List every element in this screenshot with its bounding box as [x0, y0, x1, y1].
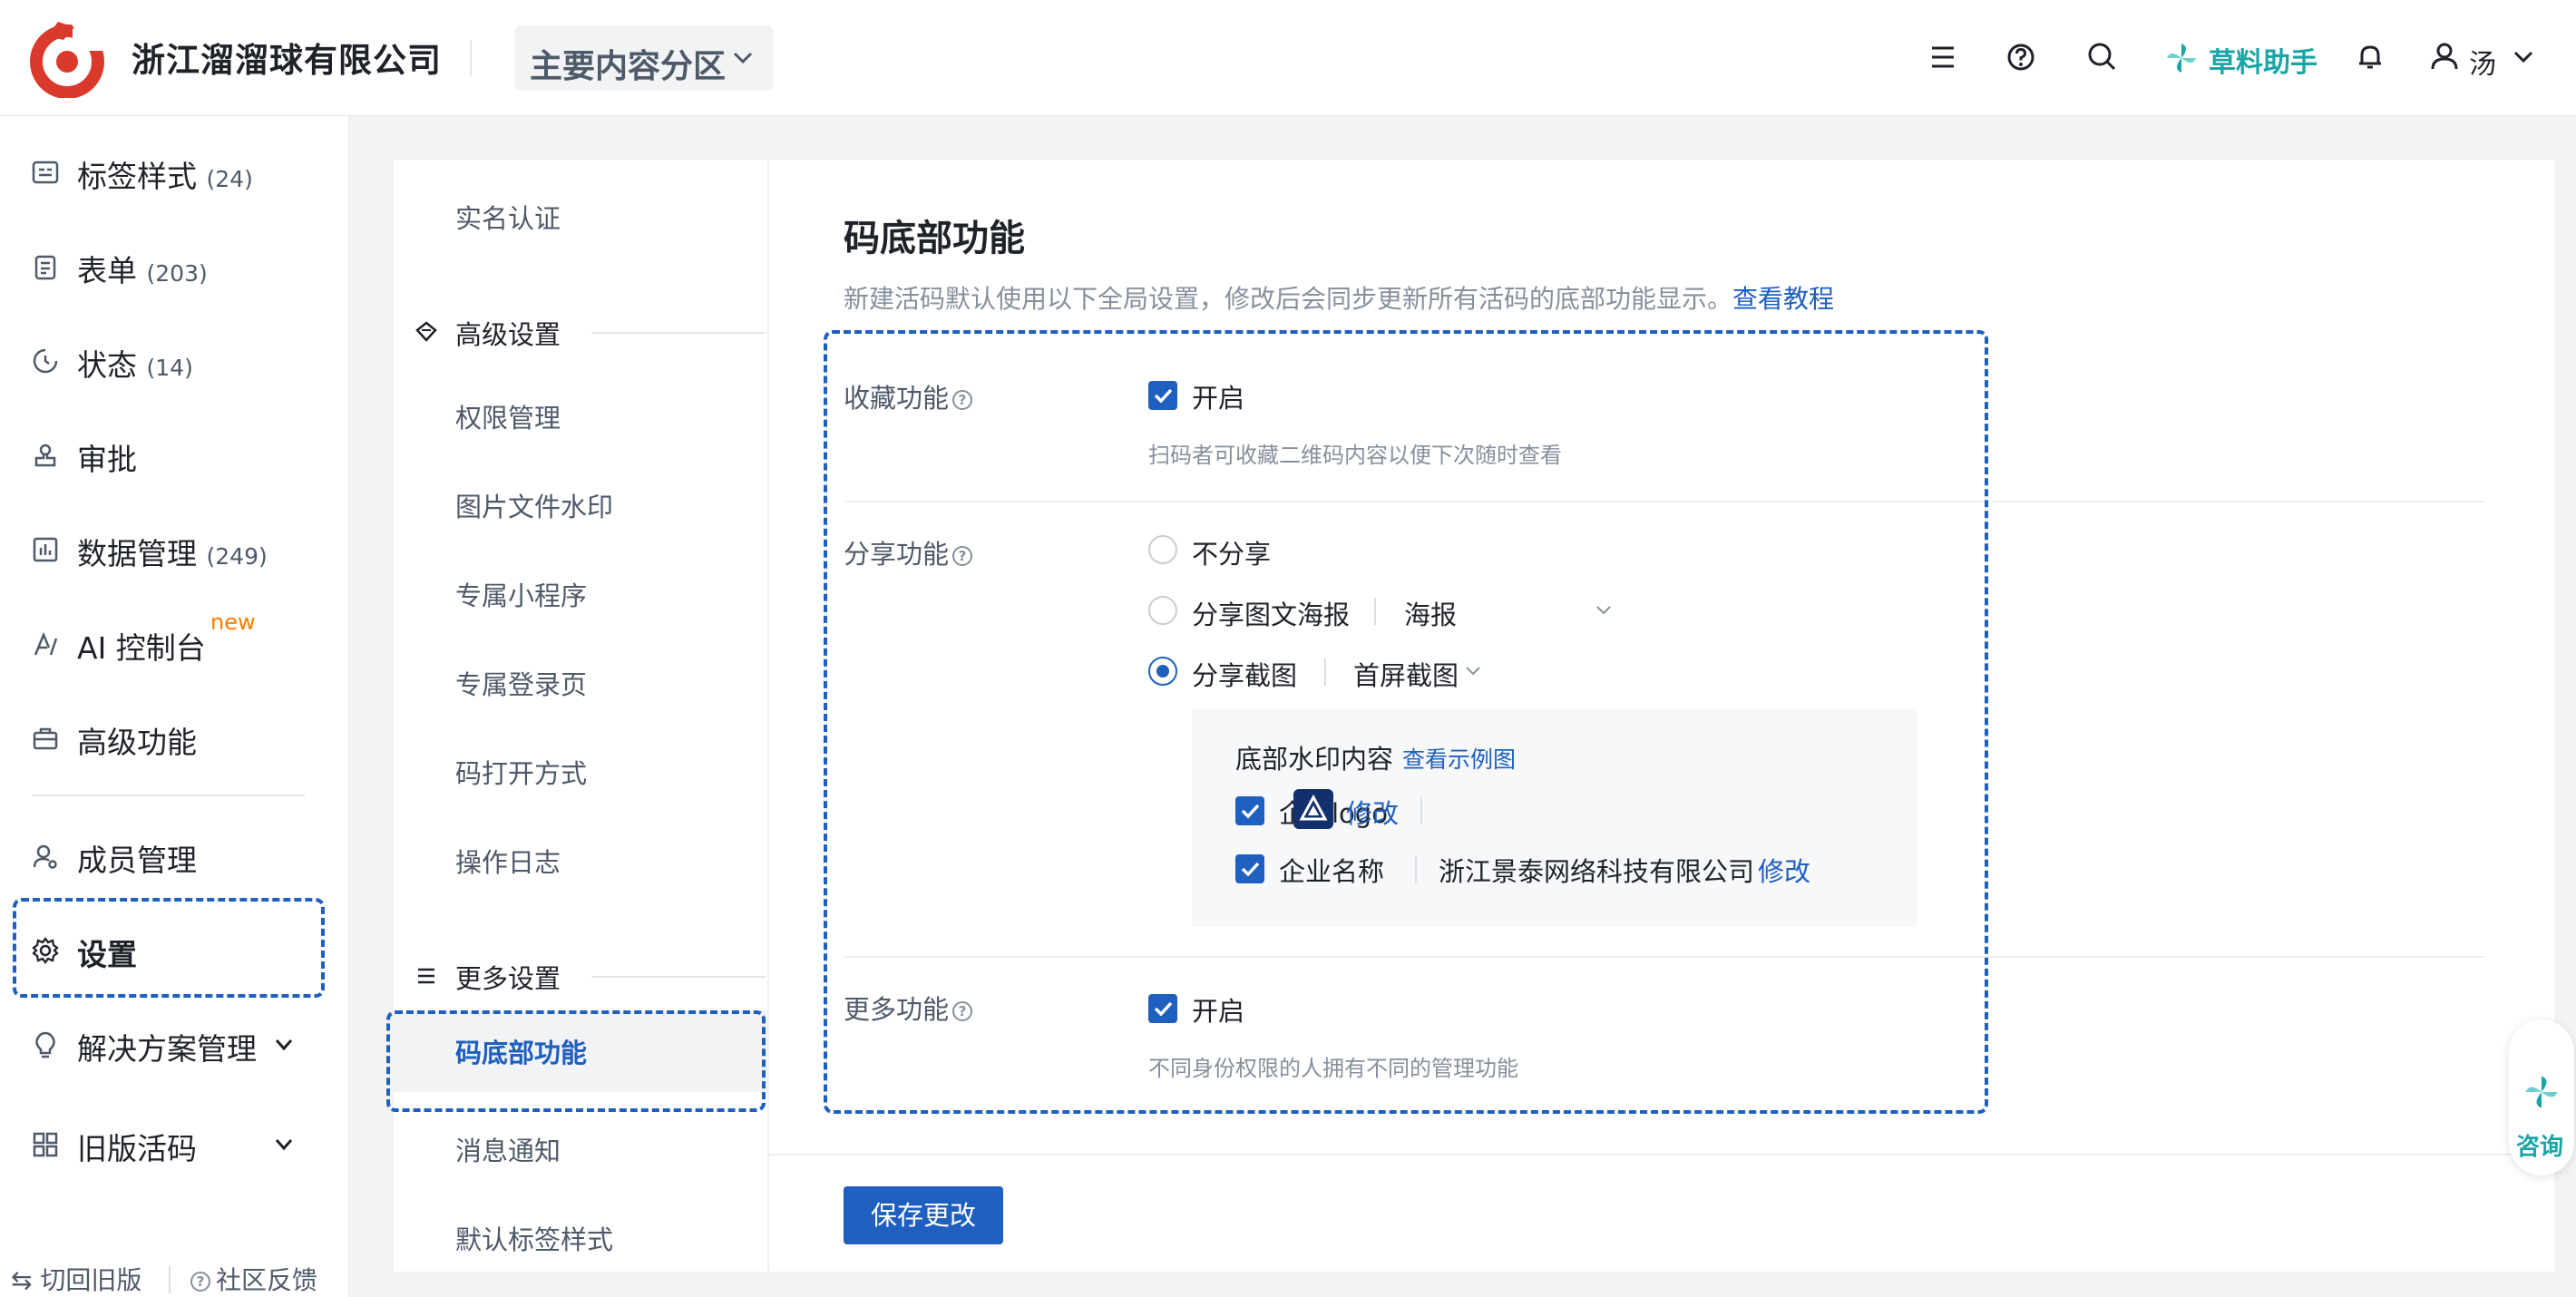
bar-chart-icon	[33, 537, 58, 562]
group-divider	[591, 976, 766, 978]
label-text: 数据管理	[77, 536, 197, 571]
tag-card-icon	[32, 161, 59, 184]
description-text: 新建活码默认使用以下全局设置，修改后会同步更新所有活码的底部功能显示。	[844, 284, 1733, 314]
sidebar-item-label: 标签样式 (24)	[77, 152, 253, 196]
chevron-down-icon[interactable]	[2513, 49, 2534, 65]
subnav-item-default-label-style[interactable]: 默认标签样式	[455, 1219, 613, 1257]
company-logo-icon[interactable]	[27, 18, 107, 98]
subnav-item-notifications[interactable]: 消息通知	[455, 1130, 561, 1168]
subnav-group-more: 更多设置	[414, 958, 767, 994]
subnav-item-watermark[interactable]: 图片文件水印	[455, 486, 613, 524]
sidebar-item-data-management[interactable]: 数据管理 (249)	[0, 513, 349, 586]
help-icon: ?	[190, 1272, 210, 1292]
bell-icon[interactable]	[2349, 36, 2391, 78]
sidebar-item-status[interactable]: 状态 (14)	[0, 325, 349, 397]
community-feedback-link[interactable]: ? 社区反馈	[190, 1261, 317, 1297]
sidebar-item-forms[interactable]: 表单 (203)	[0, 230, 349, 303]
pinwheel-icon	[2525, 1076, 2558, 1108]
sidebar-item-member-management[interactable]: 成员管理	[0, 820, 349, 892]
settings-highlight-box	[824, 330, 1988, 1114]
sidebar: 标签样式 (24) 表单 (203) 状态 (14) 审批 数据管理 (249)…	[0, 116, 349, 1297]
label-text: 状态	[77, 347, 137, 383]
settings-highlight-box	[13, 898, 325, 998]
sidebar-item-label: 高级功能	[77, 725, 197, 760]
consult-label: 咨询	[2516, 1134, 2564, 1161]
footer-divider	[769, 1154, 2554, 1156]
label-text: 标签样式	[77, 159, 197, 194]
sidebar-footer: ⇆ 切回旧版 ? 社区反馈	[0, 1261, 349, 1297]
subnav-group-advanced: 高级设置	[414, 314, 767, 350]
list-icon	[418, 968, 434, 984]
grid-icon	[33, 1132, 58, 1157]
clipboard-icon	[34, 255, 56, 280]
page-description: 新建活码默认使用以下全局设置，修改后会同步更新所有活码的底部功能显示。查看教程	[844, 279, 1834, 316]
section-selector-label: 主要内容分区	[530, 48, 727, 85]
subnav-group-label: 高级设置	[455, 319, 561, 350]
lightbulb-icon	[35, 1031, 55, 1058]
feedback-label: 社区反馈	[216, 1265, 318, 1295]
user-avatar-icon[interactable]	[2424, 36, 2465, 78]
chevron-down-icon	[733, 52, 753, 64]
status-clock-icon	[33, 348, 58, 374]
main-content: 码底部功能 新建活码默认使用以下全局设置，修改后会同步更新所有活码的底部功能显示…	[769, 160, 2554, 1272]
switch-legacy-link[interactable]: ⇆ 切回旧版	[11, 1261, 141, 1297]
subnav-item-login-page[interactable]: 专属登录页	[455, 664, 587, 702]
tutorial-link[interactable]: 查看教程	[1732, 284, 1834, 314]
sidebar-divider	[33, 795, 305, 796]
save-button[interactable]: 保存更改	[844, 1186, 1003, 1244]
subnav-group-label: 更多设置	[455, 963, 561, 994]
subnav-highlight-box	[386, 1010, 766, 1112]
briefcase-icon	[33, 727, 58, 750]
group-divider	[591, 332, 766, 334]
consult-float-button[interactable]: 咨询	[2509, 1019, 2574, 1175]
sidebar-item-label: 表单 (203)	[77, 247, 208, 290]
sidebar-item-label: 解决方案管理	[77, 1031, 257, 1067]
subnav-item-permissions[interactable]: 权限管理	[455, 397, 561, 435]
count-badge: (249)	[206, 543, 268, 570]
section-selector[interactable]: 主要内容分区	[515, 25, 773, 91]
content-panel: 实名认证 高级设置 权限管理 图片文件水印 专属小程序 专属登录页 码打开方式 …	[386, 160, 2554, 1272]
subnav-item-open-method[interactable]: 码打开方式	[455, 753, 587, 791]
subnav-item-realname[interactable]: 实名认证	[455, 198, 561, 236]
user-name[interactable]: 汤	[2469, 42, 2496, 82]
help-icon[interactable]	[2000, 36, 2042, 78]
sidebar-item-label: 状态 (14)	[77, 341, 193, 385]
sidebar-item-legacy-codes[interactable]: 旧版活码	[0, 1108, 349, 1181]
sidebar-item-solutions[interactable]: 解决方案管理	[0, 1009, 349, 1081]
sidebar-item-advanced-features[interactable]: 高级功能	[0, 702, 349, 775]
search-icon[interactable]	[2082, 36, 2123, 78]
sidebar-item-ai-console[interactable]: AI 控制台 new	[0, 608, 349, 680]
count-badge: (14)	[146, 355, 193, 381]
page-title: 码底部功能	[844, 218, 1025, 259]
switch-legacy-label: 切回旧版	[40, 1265, 142, 1295]
subnav-item-operation-log[interactable]: 操作日志	[455, 842, 561, 880]
pinwheel-icon	[2167, 44, 2196, 73]
top-bar: 浙江溜溜球有限公司 主要内容分区 草料助手 汤	[0, 0, 2576, 116]
new-badge: new	[210, 609, 256, 635]
sidebar-item-label: AI 控制台	[77, 630, 206, 666]
assistant-label: 草料助手	[2209, 47, 2317, 79]
footer-divider	[169, 1266, 171, 1293]
chevron-down-icon	[275, 1039, 293, 1051]
sidebar-item-label: 旧版活码	[77, 1131, 197, 1166]
company-name[interactable]: 浙江溜溜球有限公司	[132, 33, 442, 82]
header-divider	[470, 40, 472, 76]
chevron-down-icon	[275, 1139, 293, 1151]
label-text: 表单	[77, 253, 137, 288]
ai-pen-icon	[34, 631, 58, 656]
menu-icon[interactable]	[1922, 36, 1964, 78]
subnav-item-mini-program[interactable]: 专属小程序	[455, 575, 587, 613]
sidebar-item-label-styles[interactable]: 标签样式 (24)	[0, 136, 349, 209]
sidebar-item-approval[interactable]: 审批	[0, 419, 349, 492]
count-badge: (24)	[206, 166, 253, 192]
sidebar-item-label: 数据管理 (249)	[77, 530, 268, 573]
sidebar-item-label: 审批	[77, 442, 137, 477]
sidebar-item-label: 成员管理	[77, 843, 197, 878]
diamond-icon	[415, 321, 437, 342]
count-badge: (203)	[146, 260, 208, 287]
stamp-icon	[34, 444, 56, 467]
member-icon	[33, 844, 57, 869]
